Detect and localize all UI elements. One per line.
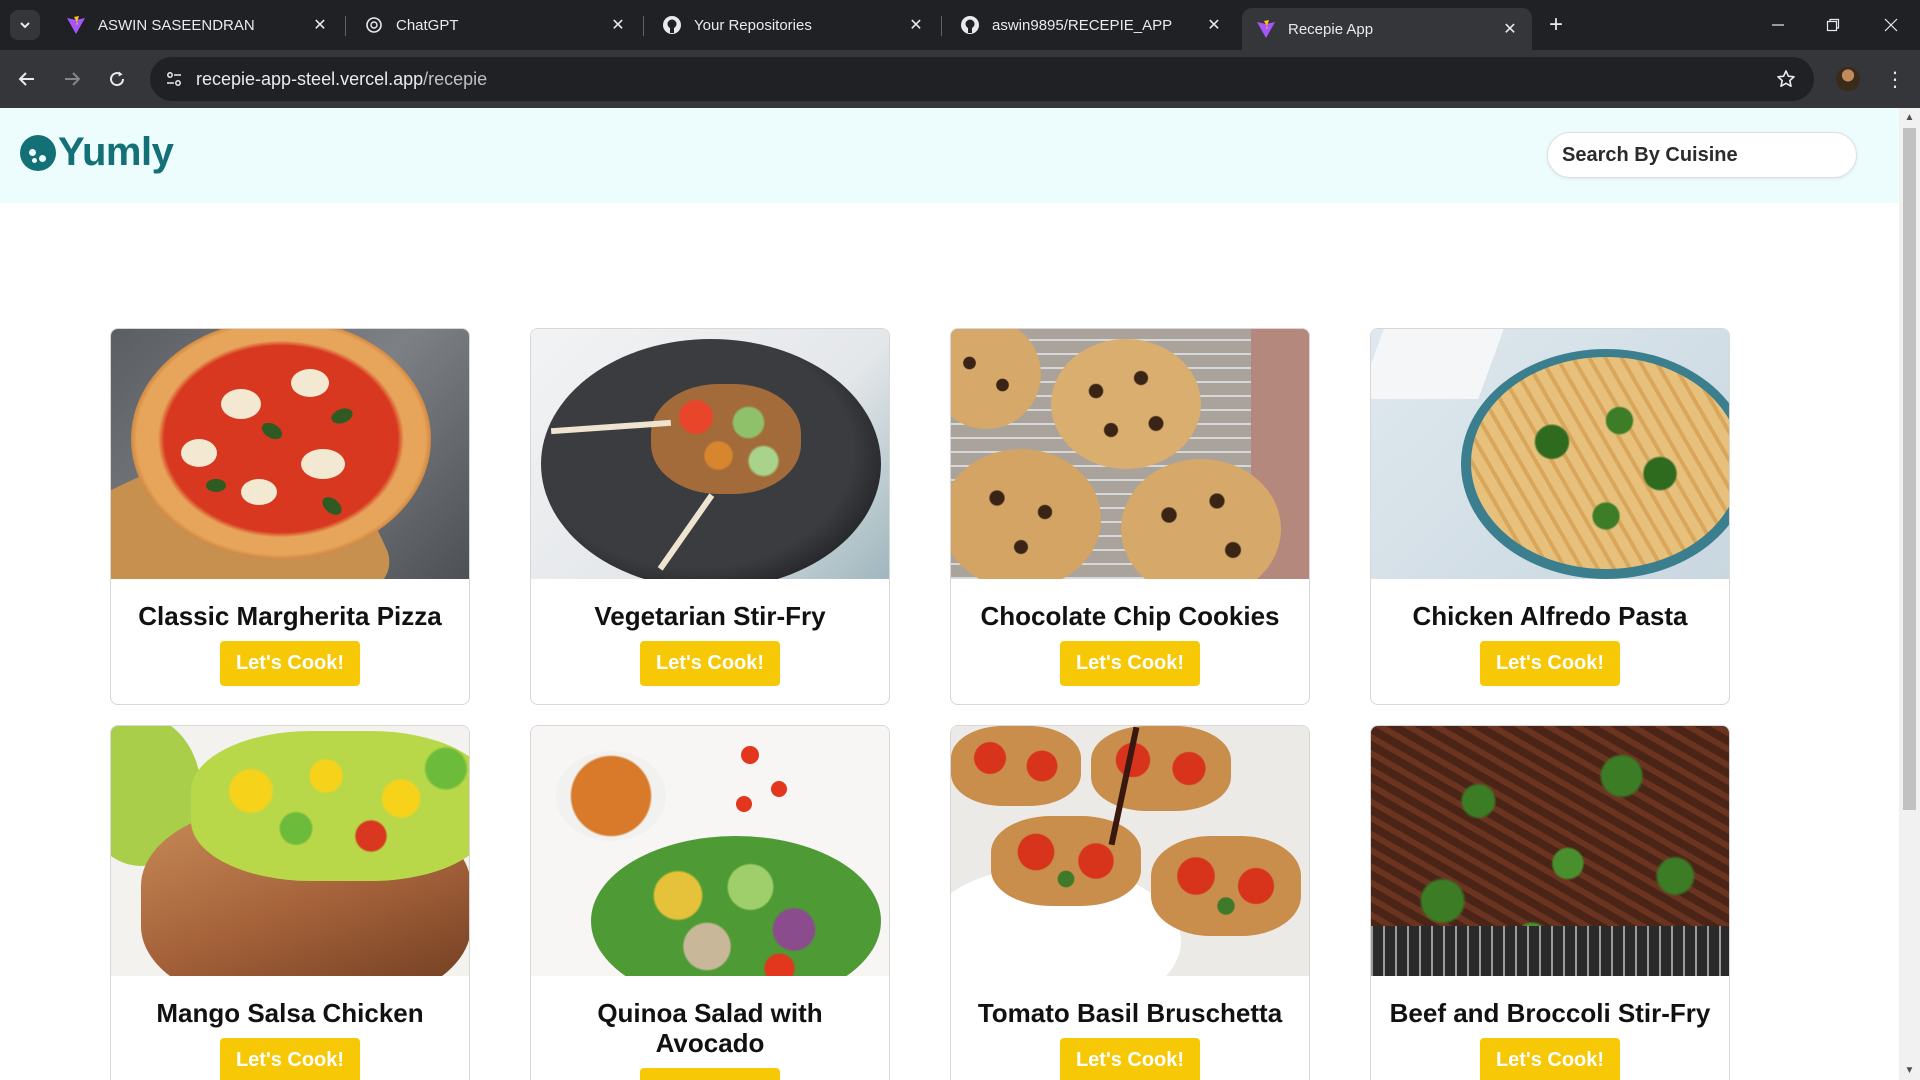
tab-recepie-app[interactable]: Recepie App ✕: [1242, 8, 1532, 50]
recipe-card: Classic Margherita Pizza Let's Cook!: [110, 328, 470, 705]
page-viewport: Yumly Classic Margherita Pizza Let's Coo…: [0, 108, 1899, 1080]
tab-title: Recepie App: [1288, 20, 1374, 38]
reload-button[interactable]: [102, 64, 132, 94]
plus-icon: +: [1548, 11, 1563, 38]
tab-title: aswin9895/RECEPIE_APP: [992, 16, 1173, 34]
url-host: recepie-app-steel.vercel.app: [196, 69, 424, 89]
scroll-up-arrow-icon[interactable]: ▲: [1904, 112, 1915, 123]
tab-chatgpt[interactable]: ChatGPT ✕: [350, 8, 640, 42]
app-header: Yumly: [0, 108, 1899, 203]
browser-menu-button[interactable]: ⋮: [1880, 64, 1910, 94]
lets-cook-button[interactable]: Let's Cook!: [639, 1068, 781, 1080]
restore-button[interactable]: [1813, 10, 1853, 40]
url-text: recepie-app-steel.vercel.app/recepie: [196, 69, 487, 90]
recipe-image-pizza: [111, 329, 469, 579]
brand-name: Yumly: [58, 130, 174, 174]
tab-your-repositories[interactable]: Your Repositories ✕: [648, 8, 938, 42]
lets-cook-button[interactable]: Let's Cook!: [219, 641, 361, 686]
forward-arrow-icon: [65, 72, 81, 86]
close-icon: [1884, 18, 1898, 32]
address-bar[interactable]: recepie-app-steel.vercel.app/recepie: [150, 57, 1814, 101]
recipe-title: Chicken Alfredo Pasta: [1412, 601, 1688, 631]
recipe-title: Quinoa Salad with Avocado: [597, 998, 823, 1058]
tab-separator: [345, 16, 346, 36]
back-button[interactable]: [12, 64, 42, 94]
cuisine-search-input[interactable]: [1547, 132, 1857, 178]
github-icon: [960, 15, 980, 35]
restore-icon: [1826, 18, 1840, 32]
scroll-down-arrow-icon[interactable]: ▼: [1904, 1065, 1915, 1076]
recipe-title: Mango Salsa Chicken: [156, 998, 424, 1028]
recipe-card: Quinoa Salad with Avocado Let's Cook!: [530, 725, 890, 1080]
lets-cook-button[interactable]: Let's Cook!: [1059, 1038, 1201, 1080]
recipe-image-quinoa-salad: [531, 726, 889, 976]
close-icon[interactable]: ✕: [906, 15, 926, 35]
site-info-icon[interactable]: [162, 67, 186, 91]
tab-title: Your Repositories: [694, 16, 812, 34]
forward-button[interactable]: [57, 64, 87, 94]
recipe-title: Vegetarian Stir-Fry: [594, 601, 826, 631]
recipe-card: Beef and Broccoli Stir-Fry Let's Cook!: [1370, 725, 1730, 1080]
tab-separator: [643, 16, 644, 36]
close-icon[interactable]: ✕: [608, 15, 628, 35]
url-path: /recepie: [423, 69, 488, 89]
recipe-title: Tomato Basil Bruschetta: [977, 998, 1283, 1028]
recipe-card: Chicken Alfredo Pasta Let's Cook!: [1370, 328, 1730, 705]
browser-toolbar: recepie-app-steel.vercel.app/recepie ⋮: [0, 50, 1920, 108]
lets-cook-button[interactable]: Let's Cook!: [639, 641, 781, 686]
recipe-title: Beef and Broccoli Stir-Fry: [1389, 998, 1711, 1028]
lets-cook-button[interactable]: Let's Cook!: [1479, 641, 1621, 686]
profile-avatar[interactable]: [1836, 67, 1860, 91]
vite-icon: [1256, 19, 1276, 39]
recipe-image-cookies: [951, 329, 1309, 579]
bookmark-star-icon[interactable]: [1774, 67, 1798, 91]
back-arrow-icon: [18, 72, 34, 86]
recipe-card: Tomato Basil Bruschetta Let's Cook!: [950, 725, 1310, 1080]
recipe-card: Mango Salsa Chicken Let's Cook!: [110, 725, 470, 1080]
tab-title: ChatGPT: [396, 16, 459, 34]
minimize-icon: [1772, 24, 1784, 26]
more-vert-icon: ⋮: [1885, 68, 1905, 91]
recipe-image-beef-broccoli: [1371, 726, 1729, 976]
lets-cook-button[interactable]: Let's Cook!: [1479, 1038, 1621, 1080]
window-close-button[interactable]: [1871, 10, 1911, 40]
recipe-image-mango-chicken: [111, 726, 469, 976]
tab-aswin-saseendran[interactable]: ASWIN SASEENDRAN ✕: [52, 8, 342, 42]
tab-strip: ASWIN SASEENDRAN ✕ ChatGPT ✕ Your Reposi…: [0, 0, 1920, 50]
recipe-image-pasta: [1371, 329, 1729, 579]
tab-github-repo[interactable]: aswin9895/RECEPIE_APP ✕: [946, 8, 1236, 42]
chatgpt-icon: [364, 15, 384, 35]
recipe-title: Chocolate Chip Cookies: [980, 601, 1280, 631]
logo[interactable]: Yumly: [20, 130, 174, 175]
page-scrollbar[interactable]: ▲ ▼: [1899, 108, 1920, 1080]
recipe-image-stir-fry: [531, 329, 889, 579]
tab-separator: [941, 16, 942, 36]
tab-title: ASWIN SASEENDRAN: [98, 16, 255, 34]
recipe-title: Classic Margherita Pizza: [138, 601, 442, 631]
vite-icon: [66, 15, 86, 35]
reload-icon: [110, 71, 125, 87]
close-icon[interactable]: ✕: [310, 15, 330, 35]
close-icon[interactable]: ✕: [1500, 19, 1520, 39]
github-icon: [662, 15, 682, 35]
tab-search-button[interactable]: [10, 10, 40, 40]
lets-cook-button[interactable]: Let's Cook!: [1059, 641, 1201, 686]
scrollbar-thumb[interactable]: [1903, 128, 1916, 810]
chevron-down-icon: [20, 22, 30, 29]
recipe-grid: Classic Margherita Pizza Let's Cook! Veg…: [110, 328, 1730, 1080]
recipe-image-bruschetta: [951, 726, 1309, 976]
recipe-card: Vegetarian Stir-Fry Let's Cook!: [530, 328, 890, 705]
cookie-icon: [20, 134, 56, 171]
minimize-button[interactable]: [1758, 10, 1798, 40]
lets-cook-button[interactable]: Let's Cook!: [219, 1038, 361, 1080]
recipe-card: Chocolate Chip Cookies Let's Cook!: [950, 328, 1310, 705]
new-tab-button[interactable]: +: [1543, 11, 1569, 38]
close-icon[interactable]: ✕: [1204, 15, 1224, 35]
